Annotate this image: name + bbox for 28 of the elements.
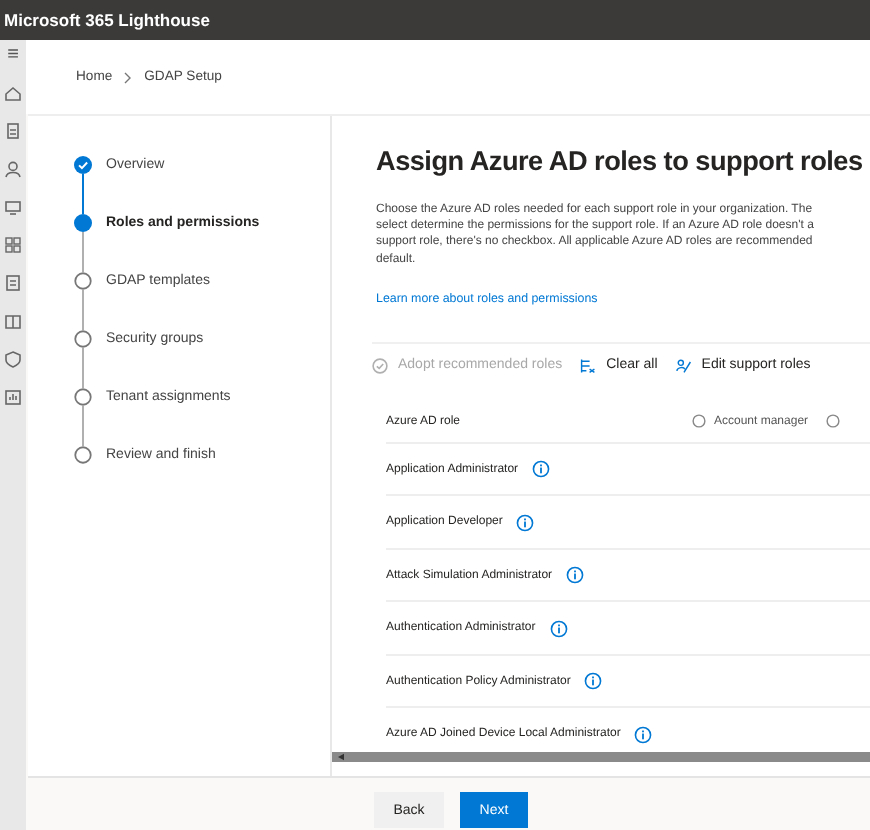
page-heading: Assign Azure AD roles to support roles [376, 146, 865, 176]
shield-icon[interactable] [4, 350, 22, 368]
menu-icon[interactable]: ≡ [7, 46, 19, 66]
empty-circle-icon [74, 272, 92, 290]
monitor-icon[interactable] [4, 198, 22, 216]
user-icon[interactable] [4, 160, 22, 178]
info-icon[interactable] [584, 672, 603, 691]
edit-people-icon [675, 357, 692, 374]
report-icon[interactable] [4, 388, 22, 406]
grid-icon[interactable] [4, 236, 22, 254]
info-icon[interactable] [566, 566, 585, 585]
home-icon[interactable] [4, 84, 22, 102]
document-icon[interactable] [4, 122, 22, 140]
book-icon[interactable] [4, 312, 22, 330]
info-icon[interactable] [516, 513, 535, 532]
clear-list-icon [580, 357, 597, 374]
chevron-right-icon [124, 71, 133, 83]
list-icon[interactable] [4, 274, 22, 292]
info-icon[interactable] [532, 460, 551, 479]
info-icon[interactable] [634, 725, 653, 744]
radio-circle-icon[interactable] [826, 414, 841, 429]
empty-circle-icon [74, 388, 92, 406]
check-circle-icon [372, 357, 388, 374]
empty-circle-icon [74, 446, 92, 464]
radio-circle-icon[interactable] [692, 414, 706, 429]
app-title: Microsoft 365 Lighthouse [4, 10, 210, 30]
info-icon[interactable] [549, 619, 568, 638]
empty-circle-icon [74, 330, 92, 348]
